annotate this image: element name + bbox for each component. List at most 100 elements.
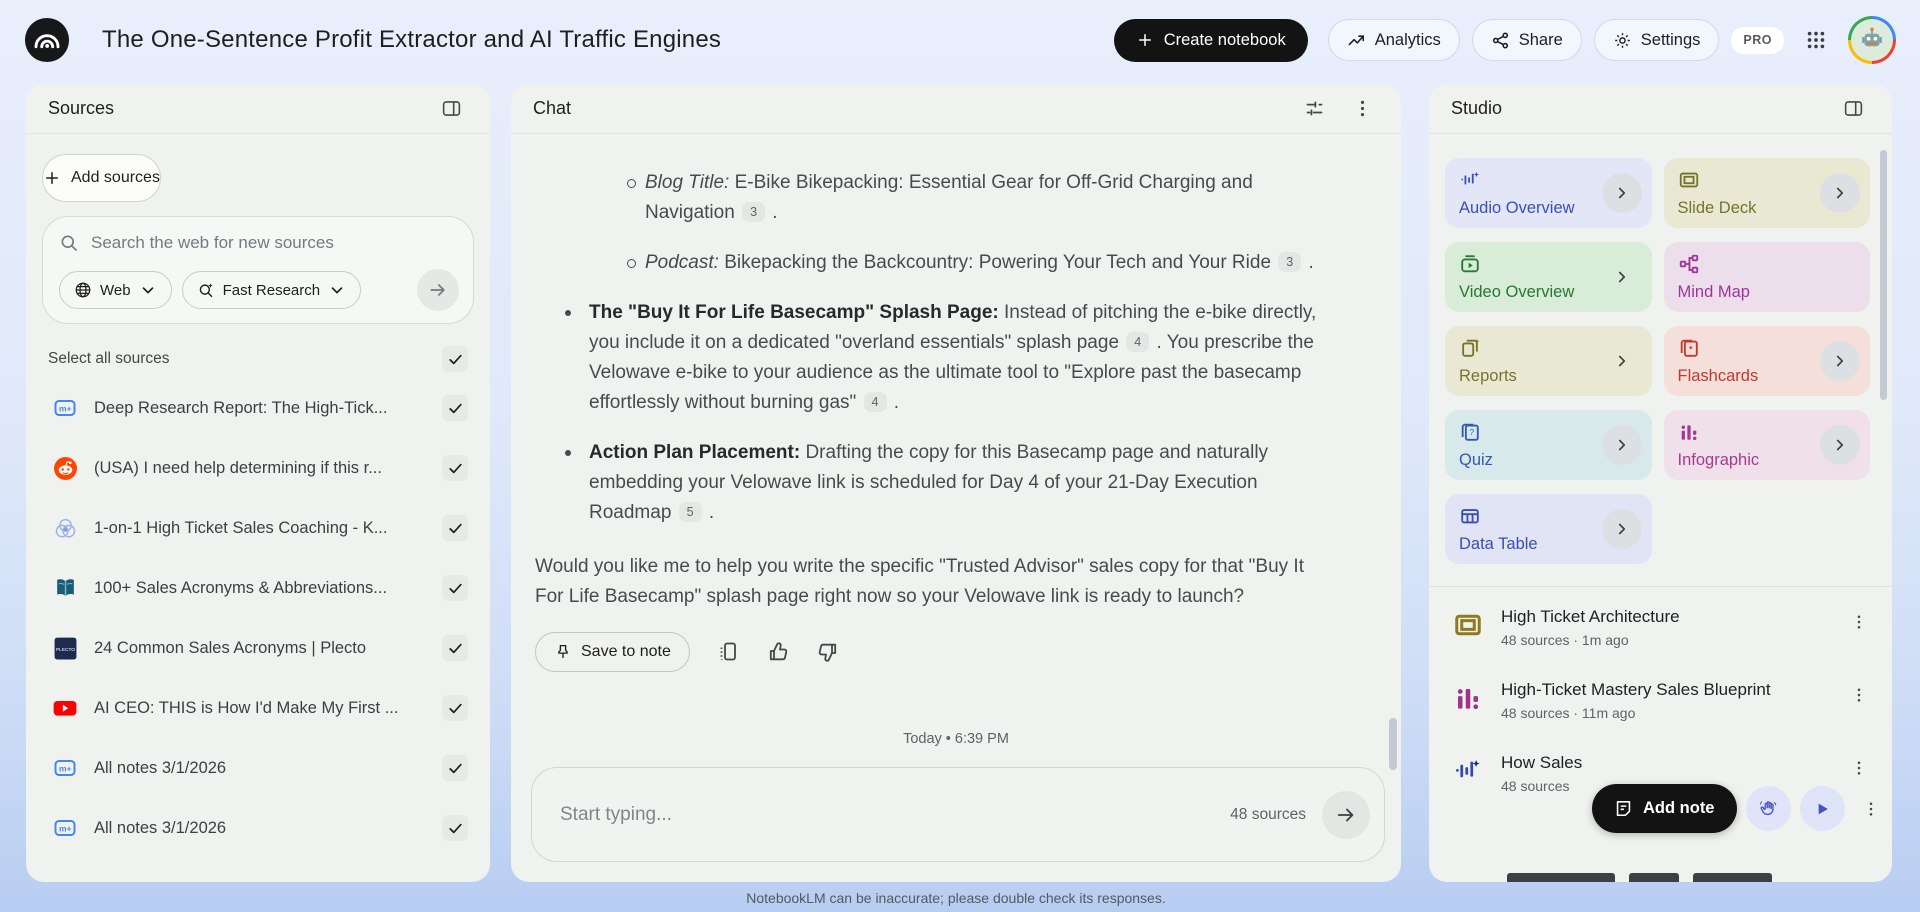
source-row[interactable]: (USA) I need help determining if this r.… bbox=[26, 438, 490, 498]
source-checkbox[interactable] bbox=[442, 815, 468, 841]
source-row[interactable]: m+ Deep Research Report: The High-Tick..… bbox=[26, 378, 490, 438]
citation-chip[interactable]: 4 bbox=[864, 392, 887, 412]
source-checkbox[interactable] bbox=[442, 575, 468, 601]
studio-scrollbar[interactable] bbox=[1880, 150, 1887, 400]
chevron-right-icon[interactable] bbox=[1602, 425, 1642, 465]
pin-icon bbox=[554, 643, 572, 661]
play-audio-button[interactable] bbox=[1800, 786, 1845, 831]
source-row[interactable]: 100+ Sales Acronyms & Abbreviations... bbox=[26, 558, 490, 618]
citation-chip[interactable]: 3 bbox=[1278, 252, 1301, 272]
youtube-icon bbox=[52, 695, 78, 721]
tool-label: Flashcards bbox=[1678, 367, 1759, 386]
thumbs-down-icon[interactable] bbox=[816, 640, 840, 664]
tool-infographic[interactable]: Infographic bbox=[1664, 410, 1871, 480]
share-button[interactable]: Share bbox=[1472, 19, 1582, 61]
studio-panel-title: Studio bbox=[1451, 98, 1502, 119]
citation-chip[interactable]: 5 bbox=[679, 502, 702, 522]
source-title: 1-on-1 High Ticket Sales Coaching - K... bbox=[94, 519, 442, 538]
chat-sub-bullet: Podcast: Bikepacking the Backcountry: Po… bbox=[535, 248, 1327, 278]
collapse-studio-panel-icon[interactable] bbox=[1836, 92, 1870, 126]
save-to-note-button[interactable]: Save to note bbox=[535, 632, 690, 672]
submit-search-button[interactable] bbox=[417, 269, 459, 311]
globe-icon bbox=[74, 281, 92, 299]
note-page-icon bbox=[1614, 799, 1633, 818]
search-input[interactable]: Search the web for new sources bbox=[91, 233, 334, 253]
tool-flashcards[interactable]: Flashcards bbox=[1664, 326, 1871, 396]
chevron-right-icon[interactable] bbox=[1820, 341, 1860, 381]
tool-audio-overview[interactable]: Audio Overview bbox=[1445, 158, 1652, 228]
chevron-right-icon[interactable] bbox=[1602, 173, 1642, 213]
chat-sub-bullet: Blog Title: E-Bike Bikepacking: Essentia… bbox=[535, 168, 1327, 228]
tool-quiz[interactable]: ? Quiz bbox=[1445, 410, 1652, 480]
chat-bullet: The "Buy It For Life Basecamp" Splash Pa… bbox=[535, 298, 1327, 418]
notebooklm-logo-icon[interactable] bbox=[24, 17, 70, 63]
bullet-tail: . bbox=[1303, 252, 1314, 273]
sources-panel: Sources Add sources Search the web for n… bbox=[26, 84, 490, 882]
svg-text:?: ? bbox=[1470, 428, 1475, 437]
tool-data-table[interactable]: Data Table bbox=[1445, 494, 1652, 564]
add-note-button[interactable]: Add note bbox=[1592, 784, 1737, 833]
source-checkbox[interactable] bbox=[442, 755, 468, 781]
chevron-right-icon[interactable] bbox=[1602, 341, 1642, 381]
analytics-label: Analytics bbox=[1375, 31, 1441, 50]
web-source-type-chip[interactable]: Web bbox=[59, 271, 172, 309]
send-message-button[interactable] bbox=[1322, 791, 1370, 839]
avatar[interactable] bbox=[1848, 16, 1896, 64]
note-doc-icon: m+ bbox=[52, 755, 78, 781]
analytics-button[interactable]: Analytics bbox=[1328, 19, 1460, 61]
source-row[interactable]: m+ All notes 3/1/2026 bbox=[26, 798, 490, 858]
tool-mind-map[interactable]: Mind Map bbox=[1664, 242, 1871, 312]
chat-bullet: Action Plan Placement: Drafting the copy… bbox=[535, 438, 1327, 528]
chevron-right-icon[interactable] bbox=[1820, 173, 1860, 213]
copy-icon[interactable] bbox=[716, 640, 740, 664]
note-more-menu-icon[interactable] bbox=[1856, 794, 1886, 824]
chat-panel-title: Chat bbox=[533, 98, 571, 119]
chat-response-actions: Save to note bbox=[535, 632, 1327, 672]
notebook-title[interactable]: The One-Sentence Profit Extractor and AI… bbox=[102, 26, 721, 54]
audio-waveform-icon bbox=[1459, 169, 1481, 191]
source-row[interactable]: PLECTO 24 Common Sales Acronyms | Plecto bbox=[26, 618, 490, 678]
tool-reports[interactable]: Reports bbox=[1445, 326, 1652, 396]
collapse-sources-panel-icon[interactable] bbox=[434, 92, 468, 126]
add-sources-button[interactable]: Add sources bbox=[42, 154, 161, 202]
studio-divider bbox=[1429, 586, 1892, 587]
thumbs-up-icon[interactable] bbox=[766, 640, 790, 664]
create-notebook-button[interactable]: Create notebook bbox=[1114, 19, 1308, 62]
source-row[interactable]: 1-on-1 High Ticket Sales Coaching - K... bbox=[26, 498, 490, 558]
chat-settings-tune-icon[interactable] bbox=[1297, 92, 1331, 126]
note-more-menu-icon[interactable] bbox=[1844, 680, 1874, 710]
research-mode-chip[interactable]: Fast Research bbox=[182, 271, 362, 309]
tool-slide-deck[interactable]: Slide Deck bbox=[1664, 158, 1871, 228]
source-checkbox[interactable] bbox=[442, 695, 468, 721]
citation-chip[interactable]: 3 bbox=[742, 202, 765, 222]
select-all-checkbox[interactable] bbox=[442, 346, 468, 372]
chevron-right-icon[interactable] bbox=[1820, 425, 1860, 465]
google-apps-grid-icon[interactable] bbox=[1796, 20, 1836, 60]
share-label: Share bbox=[1519, 31, 1563, 50]
note-row[interactable]: High Ticket Architecture 48 sources · 1m… bbox=[1429, 591, 1892, 664]
note-row-partial bbox=[1507, 873, 1772, 882]
chat-input[interactable] bbox=[560, 804, 1230, 826]
settings-button[interactable]: Settings bbox=[1594, 19, 1720, 61]
chevron-right-icon[interactable] bbox=[1602, 257, 1642, 297]
note-more-menu-icon[interactable] bbox=[1844, 607, 1874, 637]
interactive-mode-hand-button[interactable] bbox=[1746, 786, 1791, 831]
note-row[interactable]: High-Ticket Mastery Sales Blueprint 48 s… bbox=[1429, 664, 1892, 737]
sources-panel-title: Sources bbox=[48, 98, 114, 119]
citation-chip[interactable]: 4 bbox=[1126, 332, 1149, 352]
chat-scrollbar[interactable] bbox=[1389, 718, 1397, 770]
tool-label: Infographic bbox=[1678, 451, 1760, 470]
source-row[interactable]: m+ All notes 3/1/2026 bbox=[26, 738, 490, 798]
tool-video-overview[interactable]: Video Overview bbox=[1445, 242, 1652, 312]
source-checkbox[interactable] bbox=[442, 515, 468, 541]
source-row[interactable]: AI CEO: THIS is How I'd Make My First ..… bbox=[26, 678, 490, 738]
source-checkbox[interactable] bbox=[442, 395, 468, 421]
chevron-right-icon[interactable] bbox=[1602, 509, 1642, 549]
note-more-menu-icon[interactable] bbox=[1844, 753, 1874, 783]
chat-more-menu-icon[interactable] bbox=[1345, 92, 1379, 126]
source-checkbox[interactable] bbox=[442, 635, 468, 661]
share-icon bbox=[1491, 31, 1510, 50]
source-checkbox[interactable] bbox=[442, 455, 468, 481]
bullet-label: Blog Title: bbox=[645, 172, 729, 193]
tool-label: Mind Map bbox=[1678, 283, 1750, 302]
